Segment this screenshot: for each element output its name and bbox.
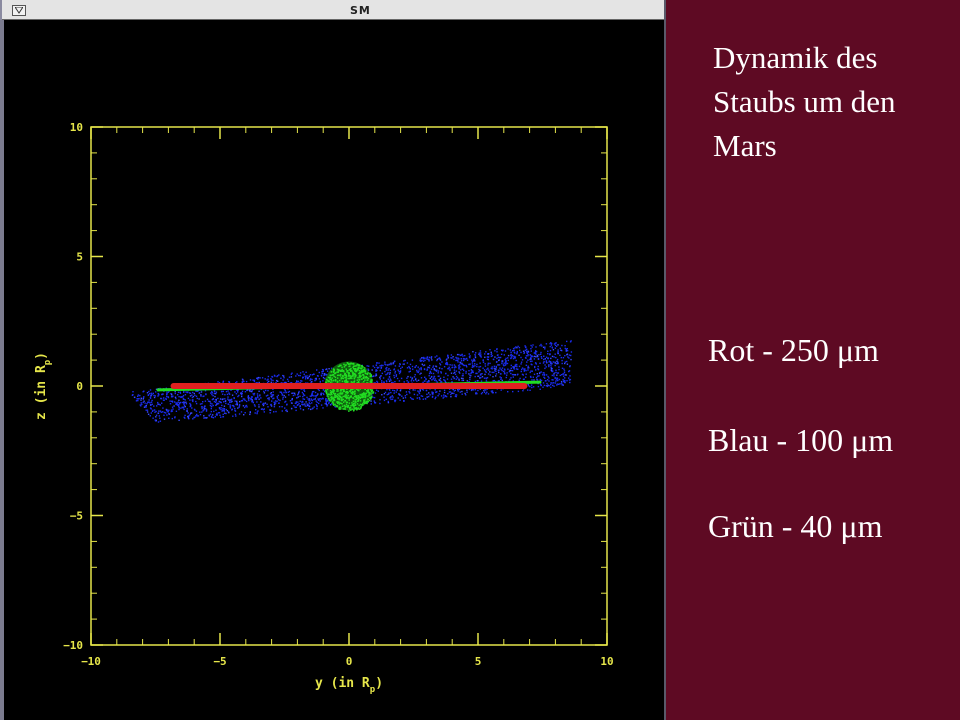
y-axis-label: z (in Rp) [34, 352, 53, 420]
x-axis-label: y (in Rp) [315, 676, 383, 695]
y-tick-label: −10 [63, 639, 83, 652]
legend-red: Rot - 250 μm [708, 332, 879, 368]
x-tick-label: 10 [600, 655, 613, 668]
x-tick-label: −5 [213, 655, 226, 668]
x-tick-label: 0 [346, 655, 353, 668]
slide-title: Dynamik des Staubs um den Mars [713, 40, 896, 163]
x-tick-label: 5 [475, 655, 482, 668]
x-tick-label: −10 [81, 655, 101, 668]
dust-scatter-plot: −10 −5 0 5 10 −10 −5 0 5 10 y (in Rp) z (in Rp) [34, 121, 614, 695]
legend-green: Grün - 40 μm [708, 508, 883, 544]
y-tick-label: 0 [76, 380, 83, 393]
sm-window: SM −10 −5 0 5 10 −10 −5 0 5 10 y (in Rp) z (in Rp) [0, 0, 666, 720]
y-tick-label: −5 [70, 510, 83, 523]
y-tick-label: 5 [76, 251, 83, 264]
y-tick-label: 10 [70, 121, 83, 134]
legend-blue: Blau - 100 μm [708, 422, 894, 458]
